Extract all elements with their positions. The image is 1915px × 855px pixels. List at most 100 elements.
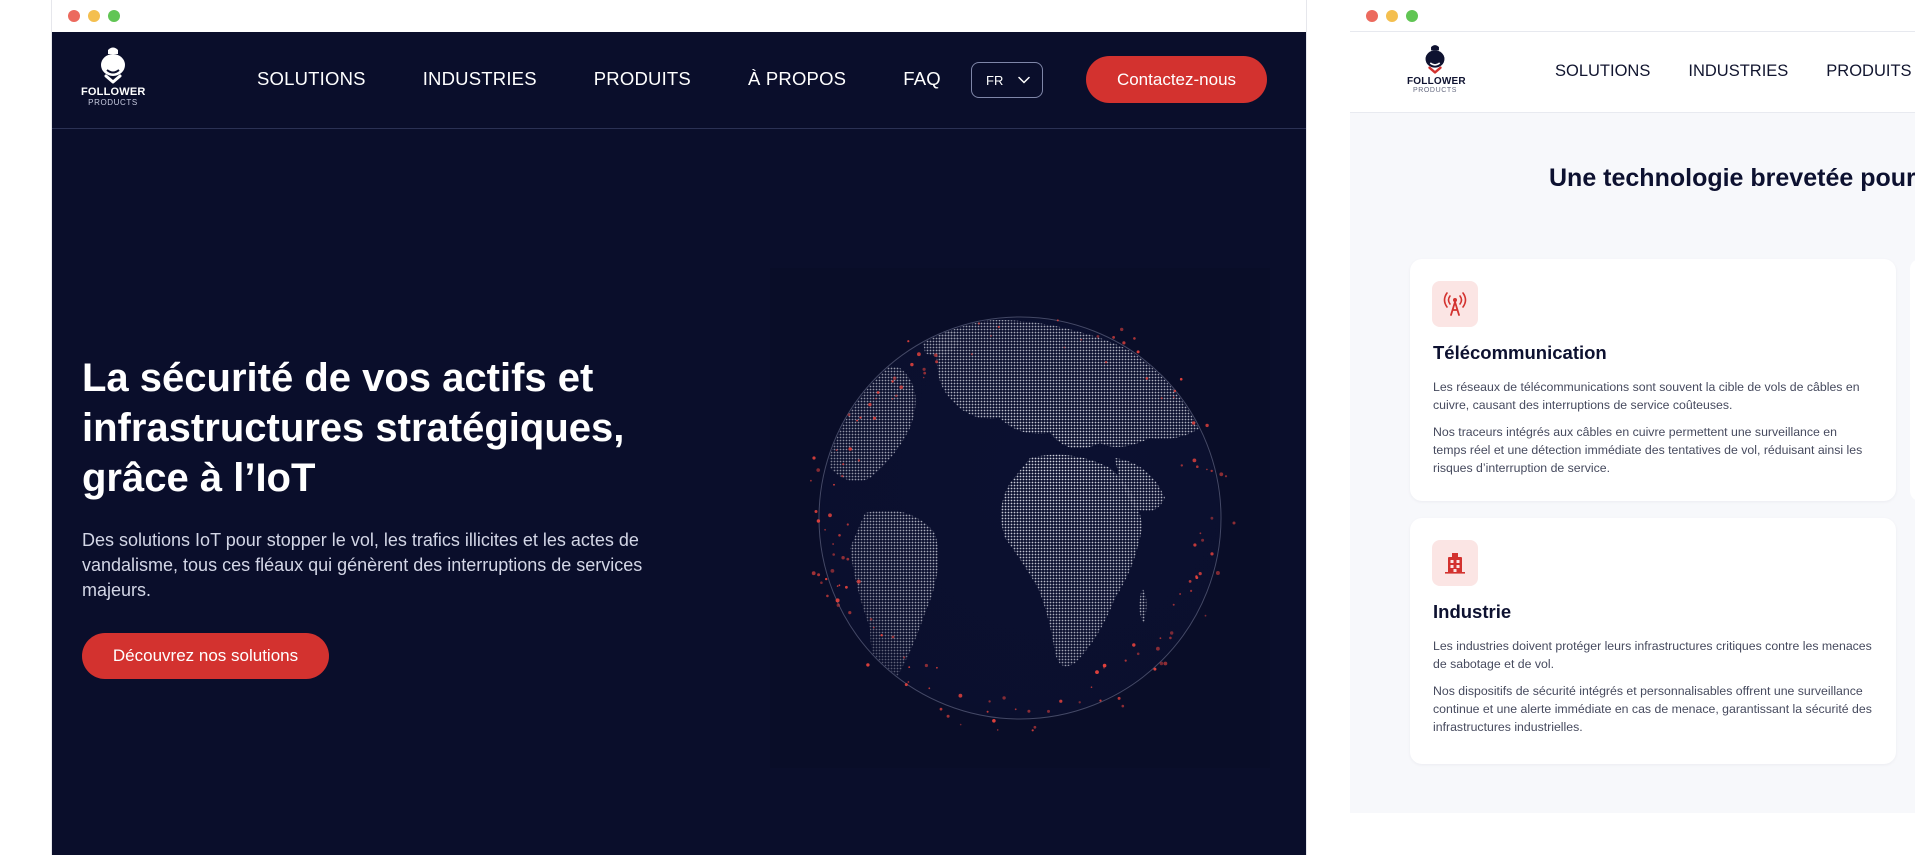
red-signal-dot <box>1170 631 1174 635</box>
red-signal-dot <box>1160 397 1163 400</box>
follower-logo-2[interactable]: FOLLOWER PRODUCTS <box>1407 44 1466 95</box>
window-controls-2 <box>1366 10 1418 22</box>
red-signal-dot <box>1136 652 1140 656</box>
card-text-industrie-1: Les industries doivent protéger leurs in… <box>1433 639 1872 671</box>
red-signal-dot <box>1078 701 1081 704</box>
red-signal-dot <box>1122 341 1126 345</box>
red-signal-dot <box>1198 572 1202 576</box>
red-signal-dot <box>816 519 821 523</box>
red-signal-dot <box>939 707 943 711</box>
red-signal-dot <box>1014 708 1017 711</box>
maximize-window-button-2[interactable] <box>1406 10 1418 22</box>
card-text-telecom-2: Nos traceurs intégrés aux câbles en cuiv… <box>1433 425 1863 475</box>
nav-link-industries[interactable]: INDUSTRIES <box>423 68 537 90</box>
red-signal-dot <box>1153 667 1157 671</box>
language-select[interactable]: FR <box>971 62 1043 98</box>
red-signal-dot <box>873 626 875 629</box>
red-signal-dot <box>977 322 981 325</box>
red-signal-dot <box>1219 472 1224 477</box>
nav-link-faq[interactable]: FAQ <box>903 68 941 90</box>
red-signal-dot <box>816 468 820 472</box>
red-signal-dot <box>924 663 928 668</box>
nav-link-produits[interactable]: PRODUITS <box>594 68 691 90</box>
red-signal-dot <box>836 585 839 587</box>
red-signal-dot <box>1145 377 1149 380</box>
nav-link-industries-2[interactable]: INDUSTRIES <box>1688 62 1788 81</box>
follower-logo-icon-2 <box>1425 45 1445 74</box>
maximize-window-button[interactable] <box>108 10 120 22</box>
red-signal-dot <box>1206 468 1208 471</box>
red-signal-dot <box>868 402 872 407</box>
logo-wordmark: FOLLOWER <box>81 86 146 98</box>
red-signal-dot <box>1224 475 1228 478</box>
industry-card-industrie: Industrie Les industries doivent protége… <box>1410 518 1896 764</box>
red-signal-dot <box>1191 421 1196 425</box>
red-signal-dot <box>1027 709 1031 713</box>
red-signal-dot <box>1059 699 1063 703</box>
follower-logo-icon <box>101 47 125 84</box>
red-signal-dot <box>859 416 862 419</box>
red-signal-dot <box>1173 389 1177 393</box>
red-signal-dot <box>946 714 950 718</box>
nav-link-solutions[interactable]: SOLUTIONS <box>257 68 366 90</box>
close-window-button[interactable] <box>68 10 80 22</box>
follower-logo[interactable]: FOLLOWER PRODUCTS <box>81 46 145 107</box>
discover-solutions-button[interactable]: Découvrez nos solutions <box>82 633 329 679</box>
main-navigation-2: FOLLOWER PRODUCTS SOLUTIONS INDUSTRIES P… <box>1350 33 1915 113</box>
window-titlebar-2 <box>1350 0 1915 32</box>
red-signal-dot <box>838 534 841 537</box>
red-signal-dot <box>904 683 908 687</box>
red-signal-dot <box>847 413 851 417</box>
red-signal-dot <box>833 483 835 486</box>
red-signal-dot <box>1104 360 1108 364</box>
red-signal-dot <box>891 635 895 639</box>
red-signal-dot <box>1205 423 1209 428</box>
red-signal-dot <box>841 556 845 560</box>
red-signal-dot <box>832 553 835 556</box>
red-signal-dot <box>1120 327 1124 332</box>
logo-wordmark-2: FOLLOWER <box>1407 76 1466 87</box>
red-signal-dot <box>880 634 883 637</box>
red-signal-dot <box>997 325 1000 329</box>
red-signal-dot <box>835 598 840 603</box>
nav-link-solutions-2[interactable]: SOLUTIONS <box>1555 62 1650 81</box>
red-signal-dot <box>820 581 823 584</box>
nav-link-produits-2[interactable]: PRODUITS <box>1826 62 1911 81</box>
red-signal-dot <box>922 376 925 379</box>
red-signal-dot <box>1047 709 1050 713</box>
red-signal-dot <box>1063 346 1066 349</box>
red-signal-dot <box>826 594 829 598</box>
red-signal-dot <box>928 687 931 690</box>
contact-button[interactable]: Contactez-nous <box>1086 56 1267 103</box>
close-window-button-2[interactable] <box>1366 10 1378 22</box>
red-signal-dot <box>848 611 852 615</box>
red-signal-dot <box>1132 643 1136 647</box>
language-value: FR <box>986 73 1004 88</box>
red-signal-dot <box>1210 552 1214 556</box>
red-signal-dot <box>842 463 845 466</box>
red-signal-dot <box>899 385 904 390</box>
red-signal-dot <box>811 571 816 576</box>
red-signal-dot <box>891 380 894 383</box>
logo-subtitle: PRODUCTS <box>88 98 138 107</box>
red-signal-dot <box>1215 571 1220 575</box>
red-signal-dot <box>814 510 818 513</box>
red-signal-dot <box>1190 589 1193 592</box>
red-signal-dot <box>1172 603 1175 606</box>
nav-link-a-propos[interactable]: À PROPOS <box>748 68 846 90</box>
red-signal-dot <box>1173 396 1175 399</box>
hero-title: La sécurité de vos actifs et infrastruct… <box>82 356 625 500</box>
red-signal-dot <box>988 700 991 703</box>
red-signal-dot <box>892 376 897 380</box>
chevron-down-icon <box>1018 76 1030 84</box>
hero-subtitle: Des solutions IoT pour stopper le vol, l… <box>82 530 643 600</box>
minimize-window-button-2[interactable] <box>1386 10 1398 22</box>
red-signal-dot <box>866 663 870 667</box>
red-signal-dot <box>1080 338 1083 341</box>
red-signal-dot <box>910 362 914 367</box>
minimize-window-button[interactable] <box>88 10 100 22</box>
red-signal-dot <box>1193 543 1197 547</box>
red-signal-dot <box>903 656 906 659</box>
red-signal-dot <box>817 573 821 577</box>
red-signal-dot <box>1179 593 1181 595</box>
